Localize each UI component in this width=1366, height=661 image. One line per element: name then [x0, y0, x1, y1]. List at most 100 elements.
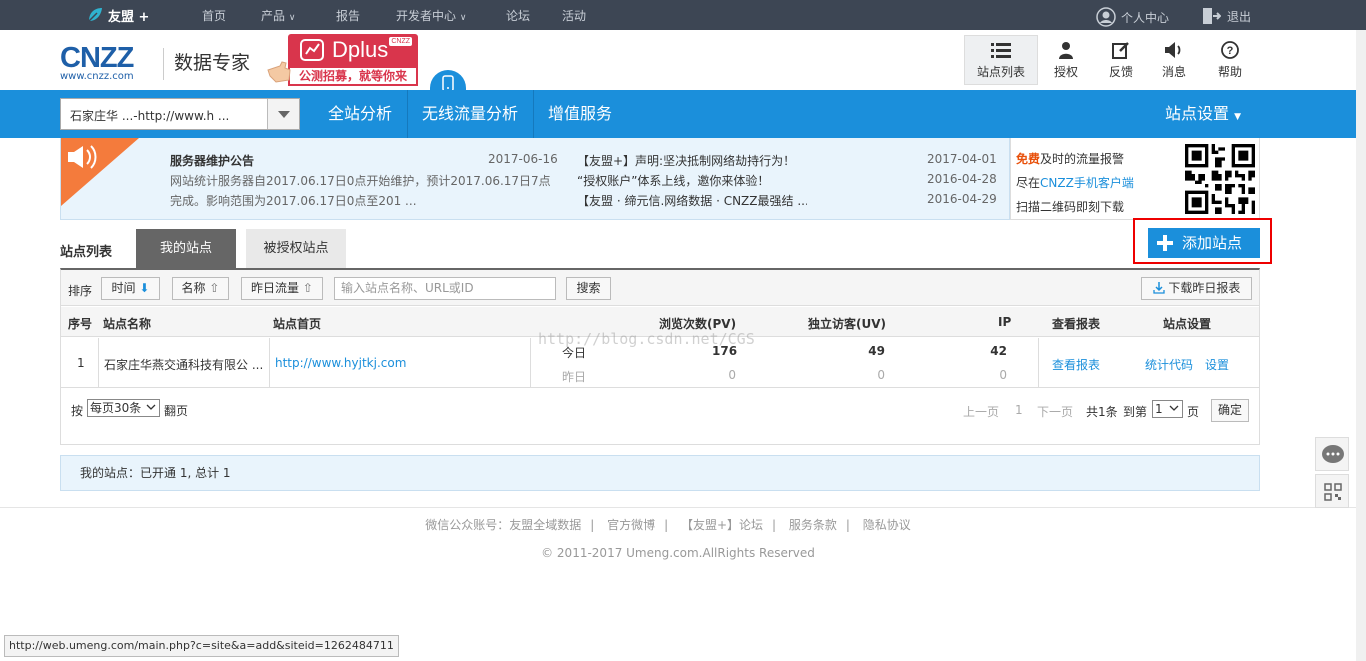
footer-wechat-link[interactable]: 微信公众账号：友盟全域数据: [425, 518, 581, 532]
cnzz-logo[interactable]: CNZZ www.cnzz.com: [60, 44, 156, 82]
uv-yesterday: 0: [877, 368, 885, 382]
news-item[interactable]: 【友盟+】声明:坚决抵制网络劫持行为！: [577, 152, 807, 169]
caret-down-icon: [278, 111, 290, 118]
site-summary: 我的站点：已开通 1, 总计 1: [60, 455, 1260, 491]
uv-today: 49: [868, 344, 885, 358]
chat-bubble-icon: [1322, 445, 1344, 463]
header-help-label: 帮助: [1217, 65, 1242, 79]
nav-products[interactable]: 产品 ∨: [261, 7, 295, 24]
pointing-hand-icon: [267, 61, 291, 83]
page-scrollbar[interactable]: [1356, 30, 1366, 661]
notice-title[interactable]: 服务器维护公告: [170, 152, 254, 169]
nav-forum[interactable]: 论坛: [506, 7, 530, 24]
page-unit-label: 页: [1187, 405, 1200, 419]
tab-authorized-sites[interactable]: 被授权站点: [246, 229, 346, 268]
footer-weibo-link[interactable]: 官方微博: [607, 518, 655, 532]
goto-page-value: 1: [1155, 402, 1163, 416]
sort-traffic-label: 昨日流量: [251, 281, 300, 295]
nav-mobile-traffic[interactable]: 无线流量分析: [408, 90, 532, 138]
cnzz-logo-text: CNZZ: [60, 42, 134, 74]
search-input[interactable]: 输入站点名称、URL或ID: [334, 277, 556, 300]
header-authorize-label: 授权: [1053, 65, 1078, 79]
qr-widget-button[interactable]: [1315, 474, 1349, 508]
news-item[interactable]: “授权账户”体系上线，邀你来体验！: [577, 172, 807, 189]
tab-my-sites[interactable]: 我的站点: [136, 229, 236, 268]
list-icon: [991, 43, 1011, 58]
footer-terms-link[interactable]: 服务条款: [789, 518, 837, 532]
arrow-up-icon: ⇧: [302, 281, 313, 295]
download-icon: [1152, 282, 1165, 294]
next-page-button[interactable]: 下一页: [1037, 403, 1073, 420]
sort-time-button[interactable]: 时间 ⬇: [101, 277, 160, 300]
yesterday-label: 昨日: [562, 370, 587, 384]
footer-privacy-link[interactable]: 隐私协议: [863, 518, 911, 532]
logout-link[interactable]: 退出: [1201, 7, 1251, 25]
site-select-arrow[interactable]: [267, 99, 299, 129]
footer-forum-link[interactable]: 【友盟+】论坛: [681, 518, 763, 532]
header-help-button[interactable]: ? 帮助: [1202, 35, 1258, 85]
site-select[interactable]: 石家庄华 ...-http://www.h ...: [60, 98, 300, 130]
site-select-value: 石家庄华 ...-http://www.h ...: [70, 109, 230, 123]
umeng-logo[interactable]: 友盟 +: [86, 4, 149, 26]
nav-activity[interactable]: 活动: [562, 7, 586, 24]
promo-line-2: 尽在CNZZ手机客户端: [1016, 174, 1134, 191]
mobile-app-promo: 免费及时的流量报警 尽在CNZZ手机客户端 扫描二维码即刻下载: [1010, 138, 1260, 220]
notice-body: 网站统计服务器自2017.06.17日0点开始维护，预计2017.06.17日7…: [170, 174, 551, 208]
col-ip: IP: [998, 315, 1012, 329]
notice-date: 2017-06-16: [488, 152, 558, 166]
browser-status-url: http://web.umeng.com/main.php?c=site&a=a…: [4, 635, 399, 657]
nav-developer-label: 开发者中心: [396, 9, 457, 23]
sort-name-button[interactable]: 名称 ⇧: [172, 277, 229, 300]
row-homepage-link[interactable]: http://www.hyjtkj.com: [275, 356, 406, 370]
header-message-label: 消息: [1161, 65, 1186, 79]
per-page-select[interactable]: 每页30条: [87, 399, 160, 417]
dplus-title: Dplus: [332, 37, 389, 62]
promo-line-3: 扫描二维码即刻下载: [1016, 200, 1125, 214]
promo-app-link[interactable]: CNZZ手机客户端: [1040, 176, 1134, 190]
cell-divider: [269, 338, 270, 388]
sort-traffic-button[interactable]: 昨日流量 ⇧: [241, 277, 323, 300]
news-date: 2016-04-29: [927, 192, 997, 206]
header-message-button[interactable]: 消息: [1146, 35, 1202, 85]
arrow-up-icon: ⇧: [209, 281, 220, 295]
watermark: http://blog.csdn.net/CGS: [538, 330, 755, 348]
view-report-link[interactable]: 查看报表: [1052, 356, 1100, 373]
download-report-label: 下载昨日报表: [1168, 281, 1241, 295]
goto-confirm-button[interactable]: 确定: [1211, 399, 1249, 422]
download-report-button[interactable]: 下载昨日报表: [1141, 277, 1252, 300]
col-homepage: 站点首页: [273, 317, 322, 331]
header-site-list-button[interactable]: 站点列表: [964, 35, 1038, 85]
stat-code-link[interactable]: 统计代码: [1145, 356, 1193, 373]
site-list-label: 站点列表: [60, 245, 113, 260]
footer-divider: [0, 507, 1366, 508]
news-item[interactable]: 【友盟 · 缔元信.网络数据 · CNZZ最强结 ...: [577, 192, 807, 209]
goto-label: 到第: [1123, 405, 1148, 419]
user-center-link[interactable]: 个人中心: [1096, 7, 1169, 27]
dplus-title-bar: Dplus CNZZ: [288, 34, 418, 66]
prev-page-button[interactable]: 上一页: [963, 403, 999, 420]
chevron-down-icon: ∨: [459, 13, 467, 23]
dplus-banner[interactable]: Dplus CNZZ 公测招募，就等你来: [288, 34, 418, 86]
sort-label: 排序: [68, 284, 93, 298]
chat-widget-button[interactable]: [1315, 437, 1349, 471]
search-button[interactable]: 搜索: [566, 277, 611, 300]
cnzz-logo-url: www.cnzz.com: [60, 71, 134, 82]
pager-by-label: 按: [71, 404, 84, 418]
site-settings-link[interactable]: 设置: [1205, 356, 1229, 373]
nav-site-analysis[interactable]: 全站分析: [314, 90, 406, 138]
promo-free: 免费: [1016, 152, 1041, 166]
nav-reports[interactable]: 报告: [336, 7, 360, 24]
add-site-button[interactable]: 添加站点: [1148, 228, 1260, 258]
header-feedback-button[interactable]: 反馈: [1093, 35, 1149, 85]
mobile-tab[interactable]: [430, 70, 466, 92]
nav-value-added[interactable]: 增值服务: [534, 90, 626, 138]
pager-flip-label: 翻页: [164, 404, 189, 418]
col-site-settings: 站点设置: [1163, 317, 1212, 331]
site-settings-menu[interactable]: 站点设置 ▼: [1151, 90, 1255, 138]
site-settings-label: 站点设置: [1165, 104, 1230, 123]
header-authorize-button[interactable]: 授权: [1038, 35, 1094, 85]
top-nav: 友盟 + 首页 产品 ∨ 报告 开发者中心 ∨ 论坛 活动 个人中心 退出: [0, 0, 1366, 30]
nav-home[interactable]: 首页: [202, 7, 226, 24]
goto-page-select[interactable]: 1: [1152, 400, 1183, 418]
nav-developer[interactable]: 开发者中心 ∨: [396, 7, 466, 24]
